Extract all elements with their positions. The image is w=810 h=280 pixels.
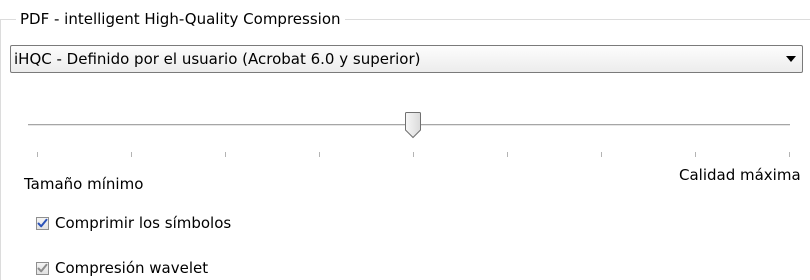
wavelet-compression-checkbox[interactable] bbox=[36, 261, 49, 275]
slider-tick bbox=[319, 152, 320, 157]
slider-tick bbox=[413, 152, 414, 157]
slider-tick bbox=[37, 152, 38, 157]
ihqc-settings-panel: PDF - intelligent High-Quality Compressi… bbox=[0, 0, 810, 280]
compression-preset-dropdown[interactable]: iHQC - Definido por el usuario (Acrobat … bbox=[10, 45, 803, 73]
quality-slider-thumb[interactable] bbox=[404, 111, 422, 139]
slider-min-label: Tamaño mínimo bbox=[24, 175, 144, 193]
slider-tick bbox=[507, 152, 508, 157]
wavelet-compression-option[interactable]: Compresión wavelet bbox=[36, 258, 208, 278]
dropdown-arrow-icon[interactable] bbox=[786, 56, 796, 62]
groupbox-title: PDF - intelligent High-Quality Compressi… bbox=[16, 9, 345, 29]
slider-tick bbox=[601, 152, 602, 157]
checkmark-icon bbox=[37, 263, 48, 272]
slider-max-label: Calidad máxima bbox=[679, 166, 801, 184]
compress-symbols-option[interactable]: Comprimir los símbolos bbox=[36, 213, 231, 233]
compression-preset-value: iHQC - Definido por el usuario (Acrobat … bbox=[14, 50, 421, 68]
slider-tick bbox=[131, 152, 132, 157]
compress-symbols-checkbox[interactable] bbox=[36, 216, 49, 230]
wavelet-compression-label: Compresión wavelet bbox=[55, 259, 209, 277]
slider-tick bbox=[225, 152, 226, 157]
checkmark-icon bbox=[37, 218, 48, 227]
slider-tick bbox=[695, 152, 696, 157]
groupbox-border-left bbox=[0, 19, 1, 280]
slider-tick bbox=[789, 152, 790, 157]
compress-symbols-label: Comprimir los símbolos bbox=[55, 214, 232, 232]
